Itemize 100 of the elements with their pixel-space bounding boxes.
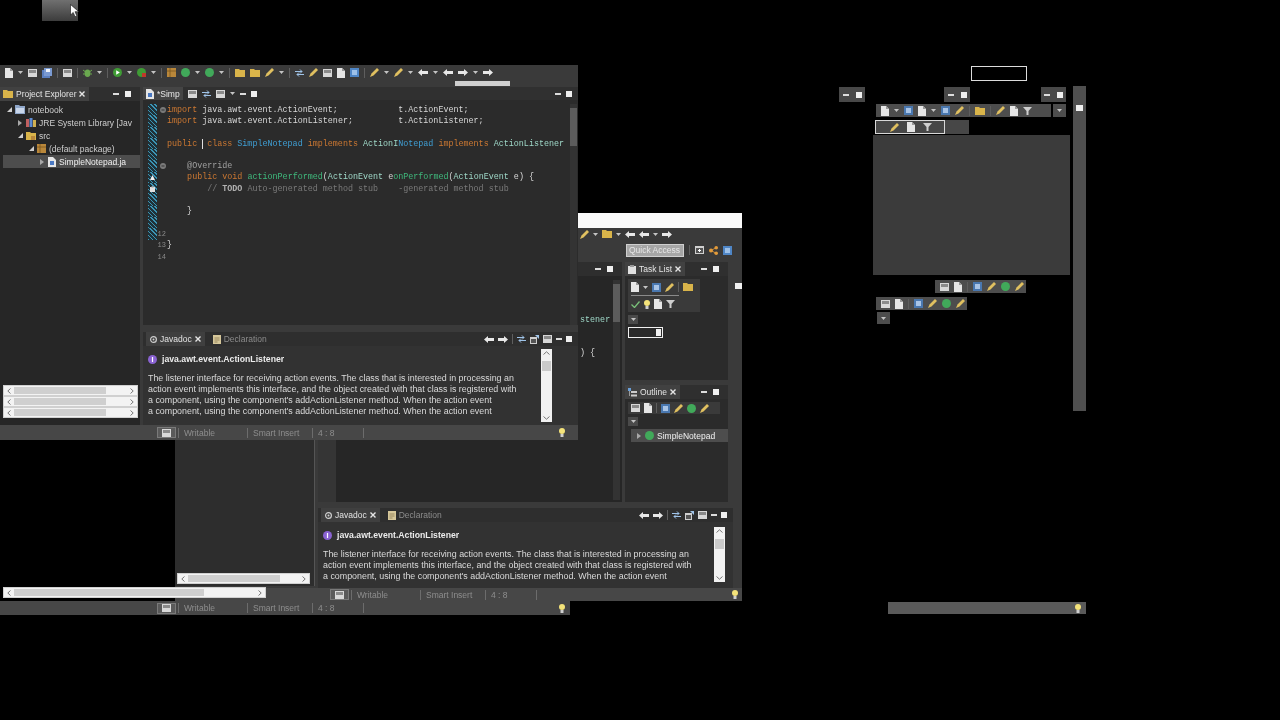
trim-button[interactable] bbox=[157, 602, 176, 614]
chevron-left-icon[interactable] bbox=[181, 575, 185, 582]
caret-icon[interactable] bbox=[195, 71, 200, 74]
caret-icon[interactable] bbox=[229, 92, 235, 95]
document-icon[interactable] bbox=[881, 105, 889, 116]
folder-icon[interactable] bbox=[683, 283, 693, 291]
panel-icon[interactable] bbox=[187, 89, 197, 98]
tile-icon[interactable] bbox=[941, 106, 950, 115]
caret-icon[interactable] bbox=[151, 71, 156, 74]
horizontal-scrollbar[interactable] bbox=[177, 573, 310, 584]
arrow-left-icon[interactable] bbox=[484, 335, 494, 343]
horizontal-scrollbar[interactable] bbox=[3, 396, 138, 407]
pencil-icon[interactable] bbox=[309, 68, 318, 77]
tile-icon[interactable] bbox=[973, 282, 982, 291]
panel-icon[interactable] bbox=[881, 299, 890, 308]
pencil-icon[interactable] bbox=[394, 68, 403, 77]
lightbulb-icon[interactable] bbox=[559, 428, 565, 437]
document-icon[interactable] bbox=[337, 67, 345, 78]
expanded-arrow-icon[interactable] bbox=[28, 146, 34, 151]
chevron-down-icon[interactable] bbox=[716, 576, 723, 580]
arrow-left-icon[interactable] bbox=[418, 69, 428, 76]
circle-icon[interactable] bbox=[181, 68, 190, 77]
close-icon[interactable] bbox=[79, 91, 86, 97]
caret-icon[interactable] bbox=[931, 109, 936, 112]
panel-tab[interactable]: Javadoc bbox=[146, 332, 205, 346]
chevron-up-icon[interactable] bbox=[716, 529, 723, 533]
expanded-arrow-icon[interactable] bbox=[6, 107, 12, 112]
dropdown-button[interactable] bbox=[1053, 104, 1066, 117]
chevron-left-icon[interactable] bbox=[7, 589, 11, 596]
collapsed-arrow-icon[interactable] bbox=[637, 432, 641, 439]
tree-item[interactable]: src bbox=[3, 129, 51, 142]
chevron-right-icon[interactable] bbox=[258, 589, 262, 596]
scrollbar-thumb[interactable] bbox=[14, 387, 106, 394]
circle-icon[interactable] bbox=[942, 299, 951, 308]
pencil-icon[interactable] bbox=[265, 68, 274, 77]
arrow-left-icon[interactable] bbox=[639, 511, 649, 519]
maximize-icon[interactable] bbox=[960, 91, 967, 98]
tile-icon[interactable] bbox=[652, 282, 661, 292]
window-plus-icon[interactable] bbox=[695, 246, 704, 254]
caret-icon[interactable] bbox=[653, 232, 658, 236]
arrow-right-icon[interactable] bbox=[498, 335, 508, 343]
pencil-icon[interactable] bbox=[700, 403, 709, 413]
vertical-scrollbar[interactable] bbox=[714, 527, 725, 582]
caret-icon[interactable] bbox=[18, 71, 23, 74]
scrollbar-thumb[interactable] bbox=[715, 539, 724, 549]
horizontal-scrollbar[interactable] bbox=[3, 385, 138, 396]
run-icon[interactable] bbox=[113, 68, 122, 77]
minimize-icon[interactable] bbox=[239, 92, 246, 95]
arrows-icon[interactable] bbox=[672, 511, 681, 519]
panel-tab[interactable]: Declaration bbox=[208, 332, 271, 346]
horizontal-scrollbar[interactable] bbox=[3, 587, 266, 598]
caret-icon[interactable] bbox=[894, 109, 899, 112]
vertical-scrollbar[interactable] bbox=[541, 349, 552, 422]
document-icon[interactable] bbox=[654, 299, 662, 309]
scrollbar-thumb[interactable] bbox=[14, 398, 106, 405]
scrollbar-thumb[interactable] bbox=[14, 589, 204, 596]
pencil-icon[interactable] bbox=[370, 68, 379, 77]
tile-icon[interactable] bbox=[350, 68, 359, 77]
panel-tab[interactable]: Javadoc bbox=[321, 508, 380, 522]
close-icon[interactable] bbox=[194, 336, 201, 342]
scrollbar-thumb[interactable] bbox=[542, 361, 551, 371]
maximize-icon[interactable] bbox=[1056, 91, 1063, 98]
chevron-up-icon[interactable] bbox=[543, 351, 550, 355]
filter-icon[interactable] bbox=[1023, 106, 1032, 115]
lightbulb-icon[interactable] bbox=[732, 590, 738, 599]
tree-item[interactable]: SimpleNotepad.ja bbox=[3, 155, 140, 168]
scrollbar-thumb[interactable] bbox=[14, 409, 106, 416]
save-all-icon[interactable] bbox=[42, 67, 52, 78]
pencil-icon[interactable] bbox=[955, 106, 964, 115]
caret-icon[interactable] bbox=[279, 71, 284, 74]
panel-tab[interactable]: Task List bbox=[625, 262, 686, 276]
tree-item[interactable]: JRE System Library [Jav bbox=[3, 116, 133, 129]
arrow-left-icon[interactable] bbox=[443, 69, 453, 76]
filter-field[interactable] bbox=[628, 327, 663, 338]
caret-icon[interactable] bbox=[616, 232, 621, 236]
trim-button[interactable] bbox=[157, 427, 176, 438]
scrollbar-thumb[interactable] bbox=[570, 108, 577, 146]
caret-icon[interactable] bbox=[593, 232, 598, 236]
lightbulb-icon[interactable] bbox=[1075, 603, 1081, 613]
caret-icon[interactable] bbox=[384, 71, 389, 74]
panel-tab[interactable]: Project Explorer bbox=[0, 87, 90, 101]
document-icon[interactable] bbox=[918, 105, 926, 116]
caret-icon[interactable] bbox=[433, 71, 438, 74]
maximize-icon[interactable] bbox=[855, 91, 862, 98]
caret-icon[interactable] bbox=[408, 71, 413, 74]
tree-item[interactable]: SimpleNotepad bbox=[631, 429, 728, 442]
arrows-icon[interactable] bbox=[201, 89, 211, 98]
pencil-icon[interactable] bbox=[956, 299, 965, 308]
circle-icon[interactable] bbox=[687, 403, 696, 413]
tile-icon[interactable] bbox=[914, 299, 923, 308]
vertical-scrollbar[interactable] bbox=[570, 104, 577, 325]
filter-icon[interactable] bbox=[666, 300, 675, 308]
minimize-icon[interactable] bbox=[947, 93, 954, 96]
arrows-icon[interactable] bbox=[517, 335, 526, 343]
scrollbar-thumb[interactable] bbox=[613, 284, 620, 322]
lightbulb-icon[interactable] bbox=[644, 299, 650, 309]
arrow-right-icon[interactable] bbox=[653, 511, 663, 519]
pencil-icon[interactable] bbox=[928, 299, 937, 308]
close-icon[interactable] bbox=[669, 389, 676, 395]
panel-icon[interactable] bbox=[323, 68, 332, 77]
